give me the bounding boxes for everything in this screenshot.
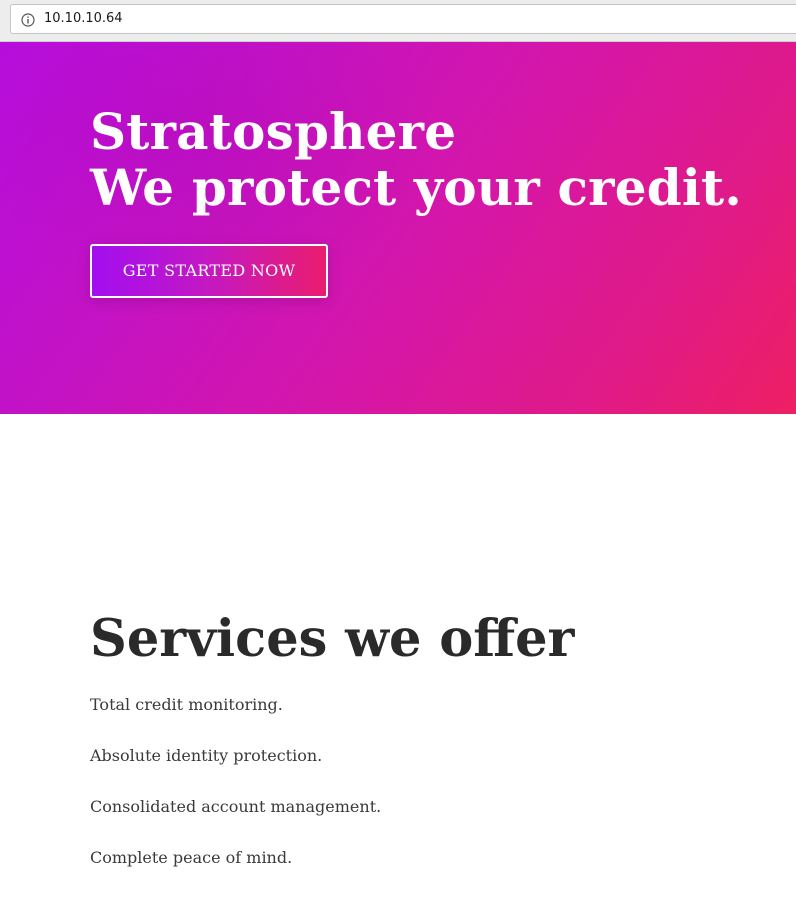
service-item: Total credit monitoring. xyxy=(90,695,283,714)
get-started-button[interactable]: GET STARTED NOW xyxy=(90,244,328,298)
hero-title-tagline: We protect your credit. xyxy=(90,158,742,217)
info-icon[interactable] xyxy=(21,12,35,27)
hero-title-brand: Stratosphere xyxy=(90,102,457,161)
url-text: 10.10.10.64 xyxy=(44,11,123,26)
service-item: Complete peace of mind. xyxy=(90,848,293,867)
service-item: Absolute identity protection. xyxy=(90,746,323,765)
browser-toolbar: 10.10.10.64 xyxy=(0,0,796,42)
address-bar[interactable]: 10.10.10.64 xyxy=(10,4,796,34)
hero-section: Stratosphere We protect your credit. GET… xyxy=(0,42,796,414)
service-item: Consolidated account management. xyxy=(90,797,382,816)
services-title: Services we offer xyxy=(90,609,575,669)
hero-title: Stratosphere We protect your credit. xyxy=(90,104,742,216)
services-list: Total credit monitoring. Absolute identi… xyxy=(90,694,381,898)
services-section: Services we offer Total credit monitorin… xyxy=(0,414,796,869)
